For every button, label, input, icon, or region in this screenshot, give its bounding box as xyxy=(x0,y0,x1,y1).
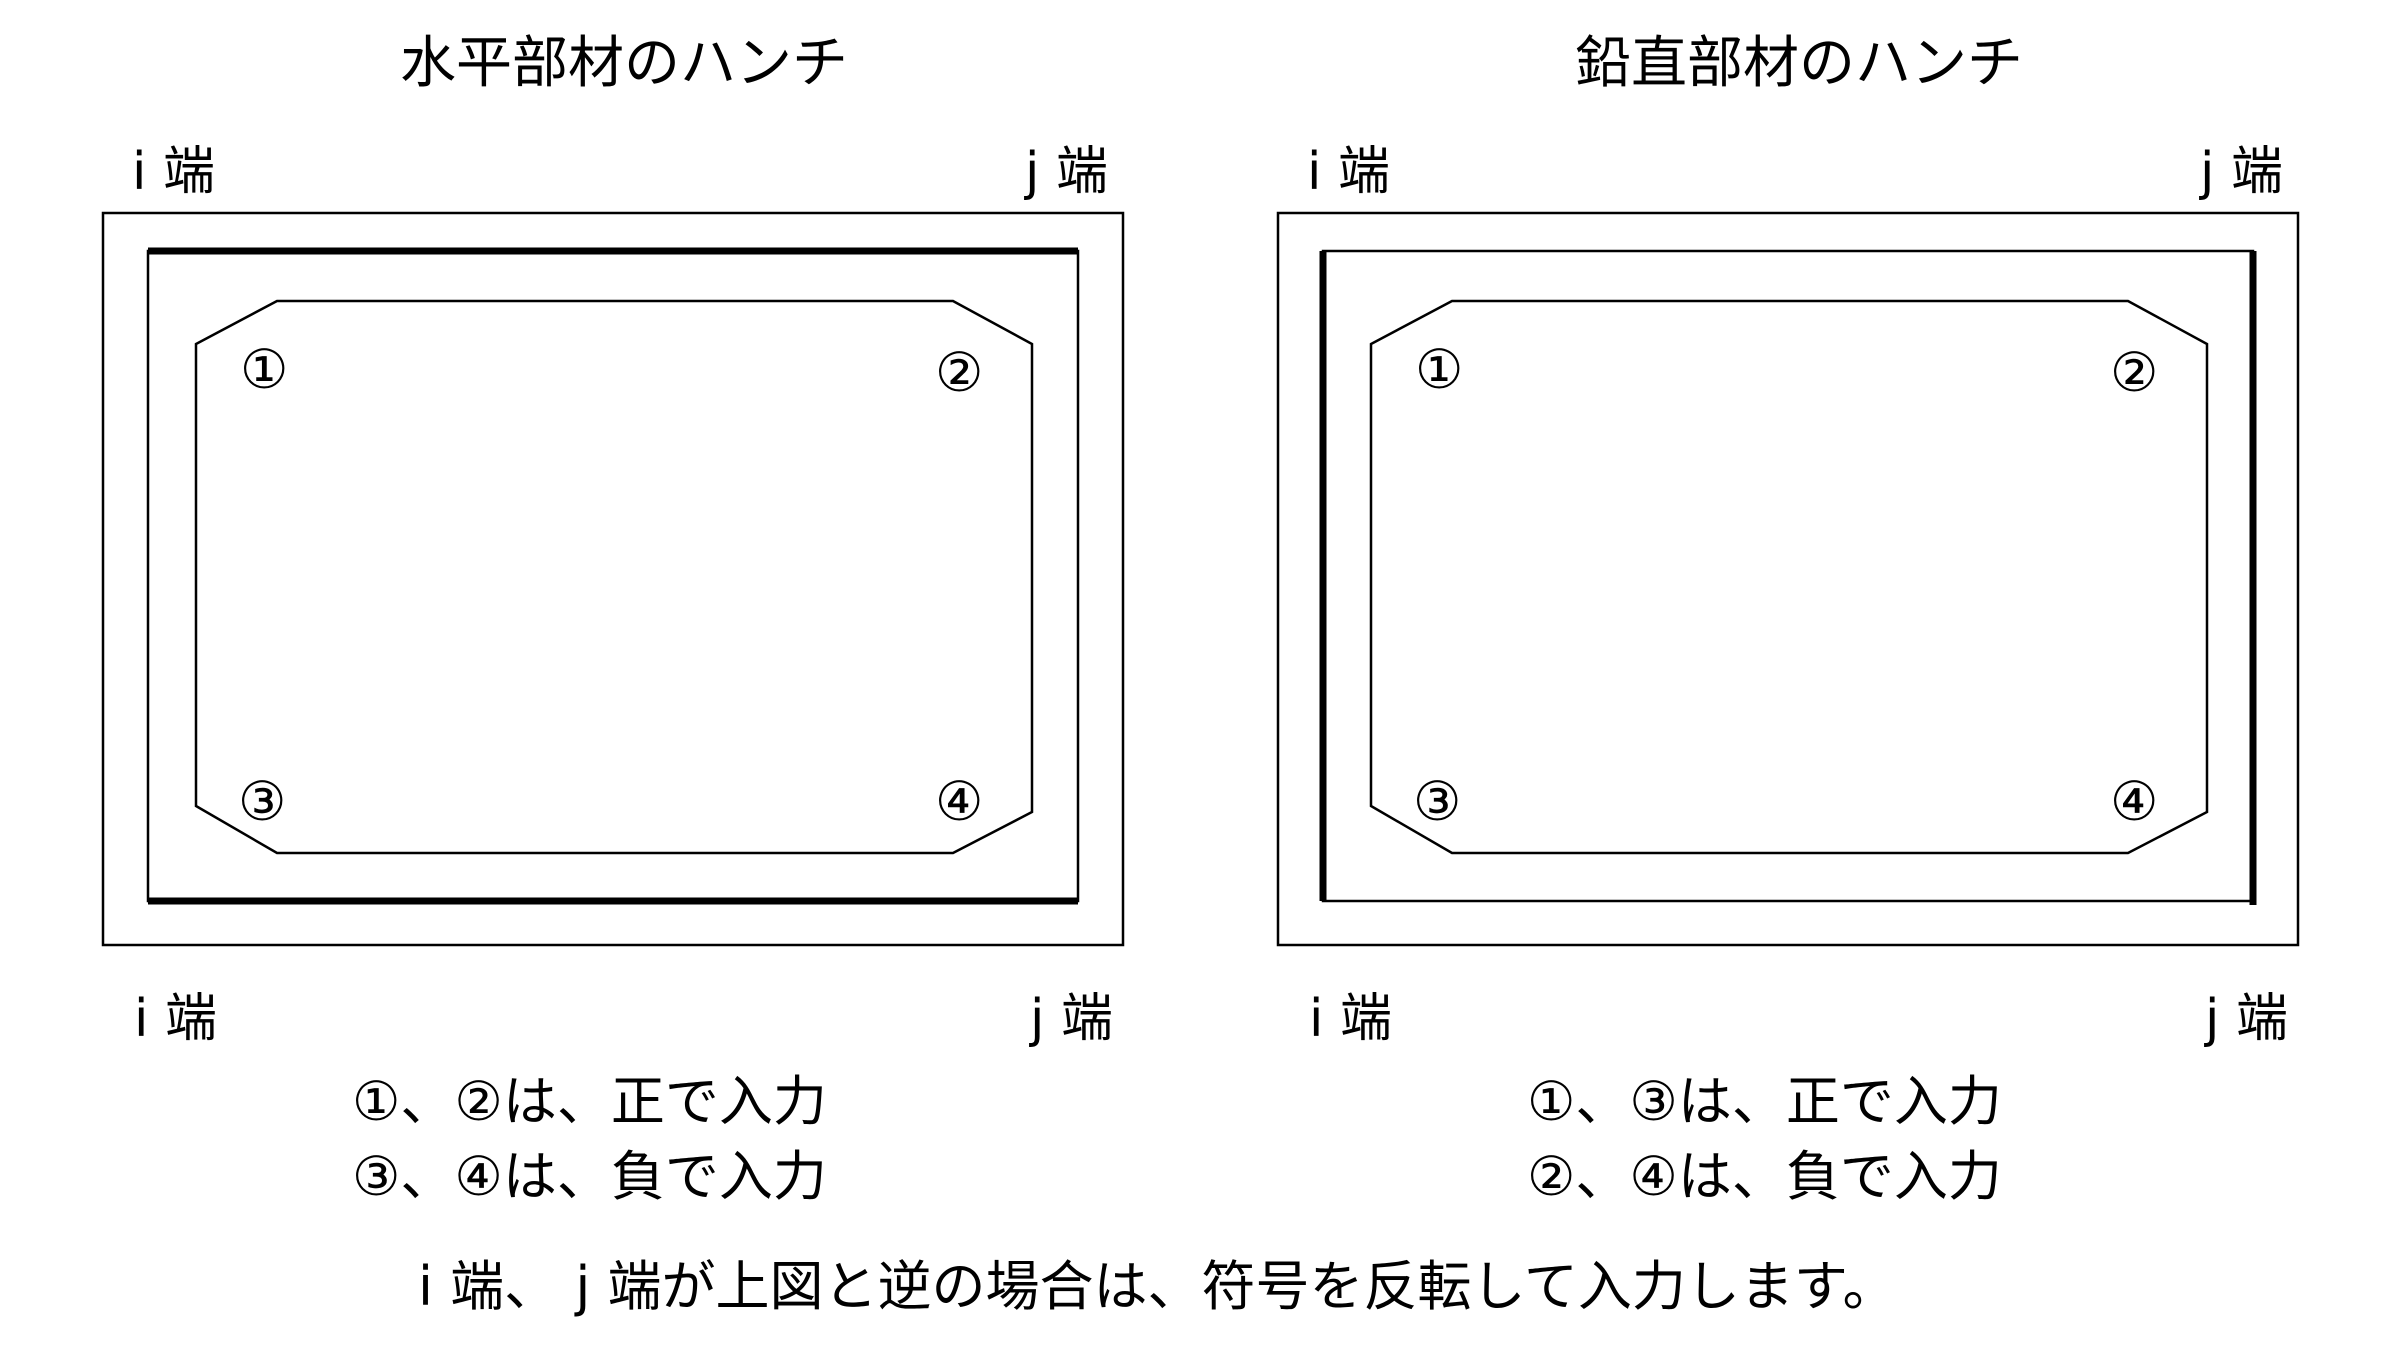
left-bottom-j-label: j 端 xyxy=(1030,989,1113,1049)
left-note-line-1: ①、②は、正で入力 xyxy=(352,1070,827,1133)
left-note-line-2: ③、④は、負で入力 xyxy=(352,1145,827,1208)
left-outer-frame xyxy=(101,211,1125,947)
right-panel-title: 鉛直部材のハンチ xyxy=(1575,31,2023,96)
left-corner-2: ② xyxy=(935,341,984,404)
right-note-line-2: ②、④は、負で入力 xyxy=(1527,1145,2002,1208)
left-corner-4: ④ xyxy=(935,770,984,833)
left-top-i-label: i 端 xyxy=(132,142,215,202)
left-corner-3: ③ xyxy=(238,770,287,833)
left-panel-title: 水平部材のハンチ xyxy=(400,31,848,96)
right-top-i-label: i 端 xyxy=(1307,142,1390,202)
left-corner-1: ① xyxy=(240,338,289,401)
right-top-j-label: j 端 xyxy=(2200,142,2283,202)
left-haunch-section xyxy=(194,299,1034,855)
right-bottom-j-label: j 端 xyxy=(2205,989,2288,1049)
right-haunch-section xyxy=(1369,299,2209,855)
left-bottom-i-label: i 端 xyxy=(134,989,217,1049)
right-bottom-i-label: i 端 xyxy=(1309,989,1392,1049)
right-corner-4: ④ xyxy=(2110,770,2159,833)
right-outer-frame xyxy=(1276,211,2300,947)
footer-note: i 端、 j 端が上図と逆の場合は、符号を反転して入力します。 xyxy=(418,1255,1897,1318)
right-corner-2: ② xyxy=(2110,341,2159,404)
left-top-j-label: j 端 xyxy=(1025,142,1108,202)
right-corner-3: ③ xyxy=(1413,770,1462,833)
right-note-line-1: ①、③は、正で入力 xyxy=(1527,1070,2002,1133)
right-corner-1: ① xyxy=(1415,338,1464,401)
